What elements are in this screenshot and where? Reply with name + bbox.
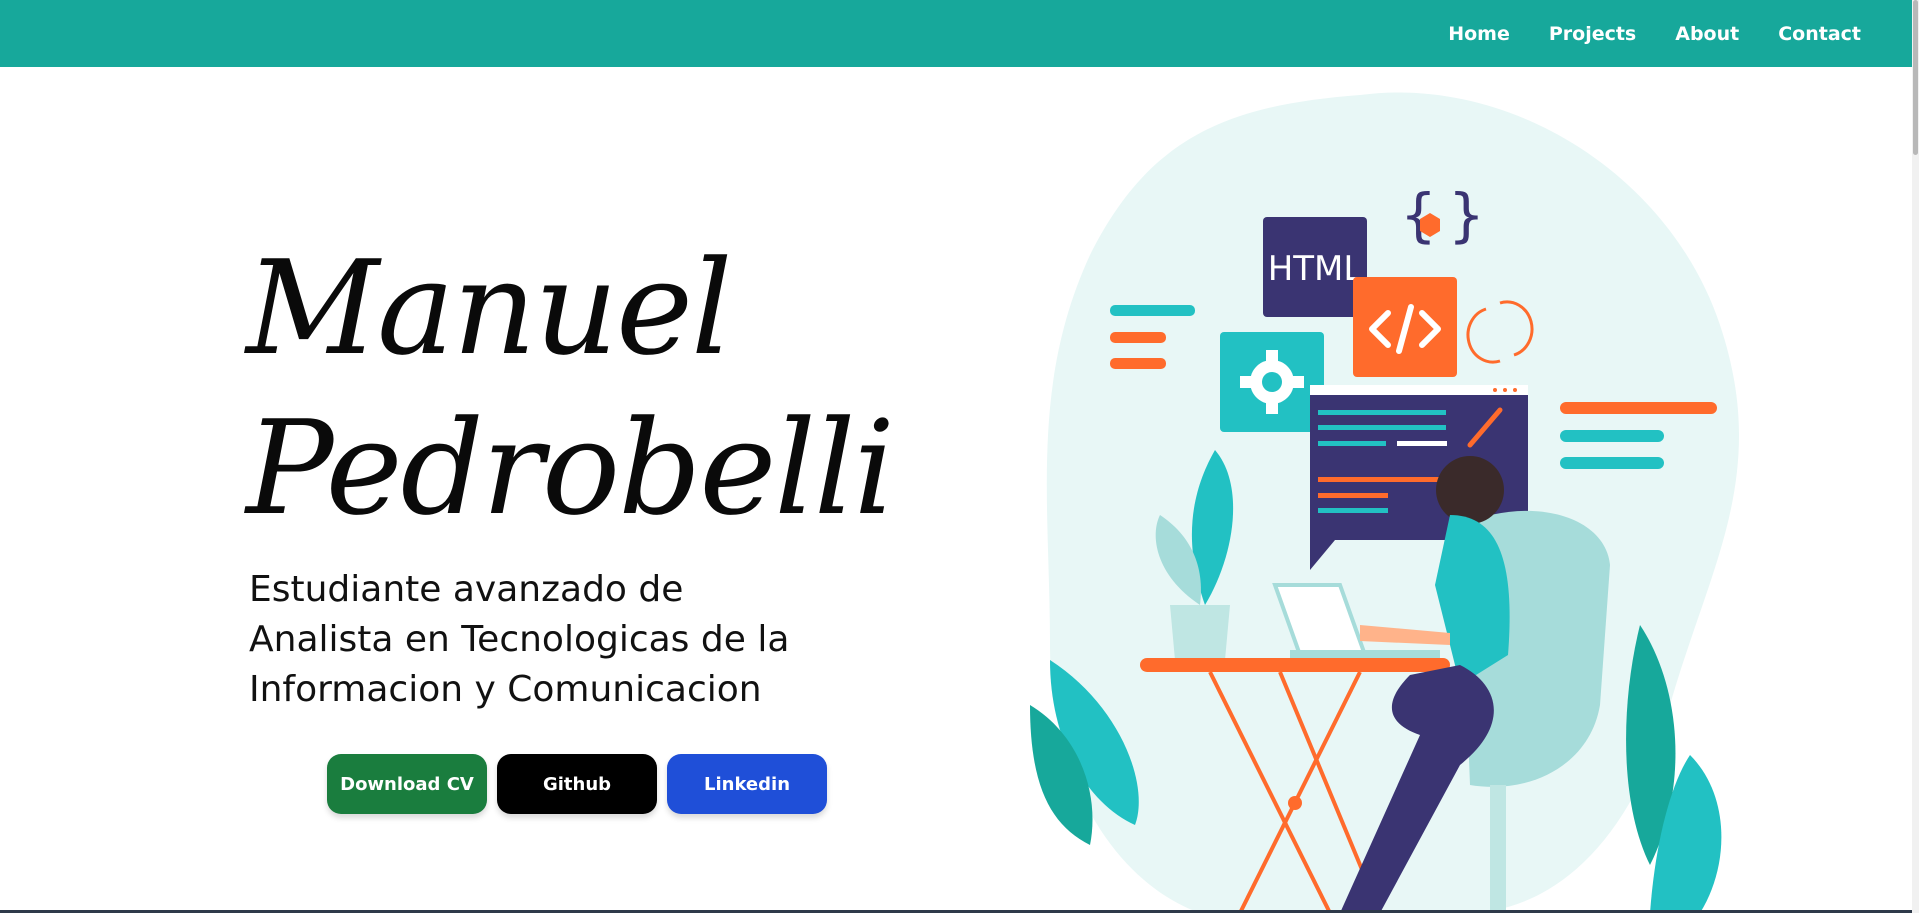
page-scrollbar[interactable] [1912, 0, 1919, 913]
hero-subtitle: Estudiante avanzado de Analista en Tecno… [249, 565, 889, 715]
hero-name: Manuel Pedrobelli [246, 228, 895, 548]
deco-line [1560, 430, 1664, 442]
nav-links: Home Projects About Contact [1448, 0, 1861, 67]
person-head [1436, 456, 1504, 524]
hero-subtitle-line: Informacion y Comunicacion [249, 669, 762, 710]
deco-line [1110, 332, 1166, 343]
hero-subtitle-line: Estudiante avanzado de [249, 569, 684, 610]
svg-text:}: } [1448, 181, 1485, 249]
developer-illustration: HTML { } [1030, 92, 1739, 913]
nav-home-link[interactable]: Home [1448, 23, 1510, 45]
scrollbar-thumb[interactable] [1913, 0, 1918, 155]
nav-about-link[interactable]: About [1675, 23, 1739, 45]
html-label: HTML [1268, 249, 1363, 289]
top-navbar: Home Projects About Contact [0, 0, 1919, 67]
deco-line [1110, 358, 1166, 369]
linkedin-button[interactable]: Linkedin [667, 754, 827, 814]
deco-line [1560, 457, 1664, 469]
download-cv-button[interactable]: Download CV [327, 754, 487, 814]
deco-line [1110, 305, 1195, 316]
plant-pot [1170, 605, 1230, 660]
nav-contact-link[interactable]: Contact [1778, 23, 1861, 45]
github-button[interactable]: Github [497, 754, 657, 814]
hero-name-first: Manuel [246, 232, 733, 384]
deco-line [1560, 402, 1717, 414]
hero-subtitle-line: Analista en Tecnologicas de la [249, 619, 790, 660]
table-top [1140, 658, 1450, 672]
nav-projects-link[interactable]: Projects [1549, 23, 1636, 45]
hero-name-last: Pedrobelli [246, 392, 895, 544]
